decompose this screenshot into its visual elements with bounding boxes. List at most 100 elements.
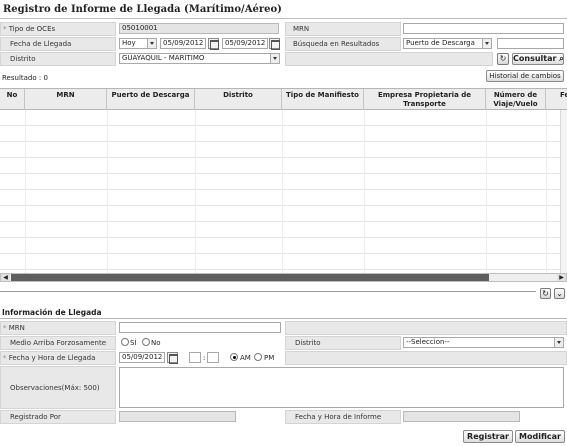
column-numero-viaje[interactable]: Número de Viaje/Vuelo (486, 89, 546, 110)
distrito-label: Distrito (10, 55, 36, 63)
collapse-button[interactable]: ⌄ (554, 288, 565, 299)
column-tipo-manifiesto[interactable]: Tipo de Manifiesto (282, 89, 364, 110)
medio-si-radio[interactable] (121, 338, 129, 346)
section-divider (0, 291, 536, 292)
fecha-desde-input[interactable]: 05/09/2012 (160, 38, 206, 49)
pm-label: PM (264, 354, 275, 362)
calendar-icon[interactable] (269, 38, 280, 50)
table-row[interactable] (0, 238, 560, 254)
busqueda-option: Puerto de Descarga (406, 39, 475, 47)
pm-radio[interactable] (254, 353, 262, 361)
table-row[interactable] (0, 190, 560, 206)
column-divider (282, 110, 283, 273)
scrollbar-thumb[interactable] (11, 274, 489, 281)
empty-cell (285, 351, 567, 365)
required-marker: * (3, 25, 7, 33)
refresh-search-button[interactable]: ↻ (497, 53, 509, 65)
calendar-icon[interactable] (167, 352, 178, 364)
column-mrn[interactable]: MRN (25, 89, 107, 110)
distrito-select[interactable]: GUAYAQUIL - MARITIMO (119, 53, 280, 64)
busqueda-input[interactable] (497, 38, 564, 49)
empty-cell (285, 321, 567, 335)
column-divider (486, 110, 487, 273)
info-distrito-label-cell: Distrito (285, 336, 401, 350)
medio-si-label: SÍ (130, 339, 137, 347)
required-marker: * (3, 354, 7, 362)
column-empresa-propietaria[interactable]: Empresa Propietaria de Transporte (364, 89, 486, 110)
medio-no-radio[interactable] (142, 338, 150, 346)
registrado-field (119, 411, 236, 422)
hora-separator: : (203, 354, 206, 362)
column-divider (107, 110, 108, 273)
table-row[interactable] (0, 174, 560, 190)
calendar-icon[interactable] (208, 38, 219, 50)
info-mrn-label: MRN (8, 324, 25, 332)
column-no[interactable]: No (0, 89, 25, 110)
chevron-down-icon (554, 338, 563, 347)
horizontal-scrollbar[interactable]: ◀ ▶ (0, 273, 567, 282)
consultar-label: Consultar (513, 54, 557, 63)
hora-input[interactable] (189, 352, 201, 363)
column-puerto-descarga[interactable]: Puerto de Descarga (107, 89, 195, 110)
minuto-input[interactable] (207, 352, 219, 363)
table-row[interactable] (0, 126, 560, 142)
historial-button[interactable]: Historial de cambios (486, 70, 564, 82)
consultar-button[interactable]: Consultar ⌕ (512, 53, 564, 65)
busqueda-select[interactable]: Puerto de Descarga (403, 38, 492, 49)
medio-no-label: No (151, 339, 161, 347)
fecha-llegada-label: Fecha de Llegada (10, 40, 72, 48)
section-title: Información de Llegada (2, 308, 102, 317)
info-mrn-input[interactable] (119, 322, 281, 333)
scroll-left-arrow-icon[interactable]: ◀ (1, 274, 10, 281)
fecha-llegada-input[interactable]: 05/09/2012 (119, 352, 165, 363)
table-row[interactable] (0, 206, 560, 222)
fecha-llegada-option: Hoy (122, 39, 136, 47)
tipo-oces-field[interactable]: 05010001 (119, 23, 279, 34)
info-distrito-label: Distrito (295, 339, 321, 347)
fecha-llegada-label-cell: Fecha de Llegada (0, 37, 116, 51)
refresh-grid-button[interactable]: ↻ (540, 288, 551, 299)
medio-label-cell: Medio Arriba Forzosamente (0, 336, 116, 350)
am-radio[interactable] (230, 353, 238, 361)
distrito-option: GUAYAQUIL - MARITIMO (122, 54, 205, 62)
results-table-header: No MRN Puerto de Descarga Distrito Tipo … (0, 88, 567, 110)
vertical-scrollbar[interactable] (560, 110, 567, 273)
tipo-oces-label: Tipo de OCEs (8, 25, 56, 33)
fecha-llegada-select[interactable]: Hoy (119, 38, 157, 49)
fecha-informe-label: Fecha y Hora de Informe (295, 413, 382, 421)
table-row[interactable] (0, 254, 560, 270)
table-row[interactable] (0, 142, 560, 158)
table-row[interactable] (0, 222, 560, 238)
table-row[interactable] (0, 158, 560, 174)
table-row[interactable] (0, 110, 560, 126)
observaciones-label-cell: Observaciones(Máx: 500) (0, 366, 116, 409)
busqueda-label: Búsqueda en Resultados (293, 40, 380, 48)
chevron-down-icon (482, 39, 491, 48)
chevron-down-icon (147, 39, 156, 48)
observaciones-textarea[interactable] (119, 367, 564, 408)
registrar-button[interactable]: Registrar (463, 430, 513, 443)
tipo-oces-label-cell: * Tipo de OCEs (0, 22, 116, 36)
busqueda-label-cell: Búsqueda en Resultados (285, 37, 401, 51)
search-icon: ⌕ (559, 54, 564, 63)
column-divider (195, 110, 196, 273)
scroll-right-arrow-icon[interactable]: ▶ (557, 274, 566, 281)
column-divider (546, 110, 547, 273)
registrado-label-cell: Registrado Por (0, 410, 116, 424)
refresh-icon: ↻ (542, 289, 549, 298)
column-divider (364, 110, 365, 273)
mrn-label-cell: MRN (285, 22, 401, 36)
info-distrito-option: --Seleccion-- (406, 338, 450, 346)
column-fecha[interactable]: Fe (546, 89, 567, 110)
info-distrito-select[interactable]: --Seleccion-- (403, 337, 564, 348)
column-divider (25, 110, 26, 273)
modificar-button[interactable]: Modificar (515, 430, 565, 443)
title-divider (0, 18, 567, 19)
column-distrito[interactable]: Distrito (195, 89, 282, 110)
distrito-label-cell: Distrito (0, 52, 116, 66)
fecha-hora-label-cell: * Fecha y Hora de Llegada (0, 351, 116, 365)
result-count: Resultado : 0 (2, 74, 48, 82)
fecha-hasta-input[interactable]: 05/09/2012 (222, 38, 268, 49)
refresh-icon: ↻ (499, 54, 507, 63)
mrn-search-input[interactable] (403, 23, 564, 34)
